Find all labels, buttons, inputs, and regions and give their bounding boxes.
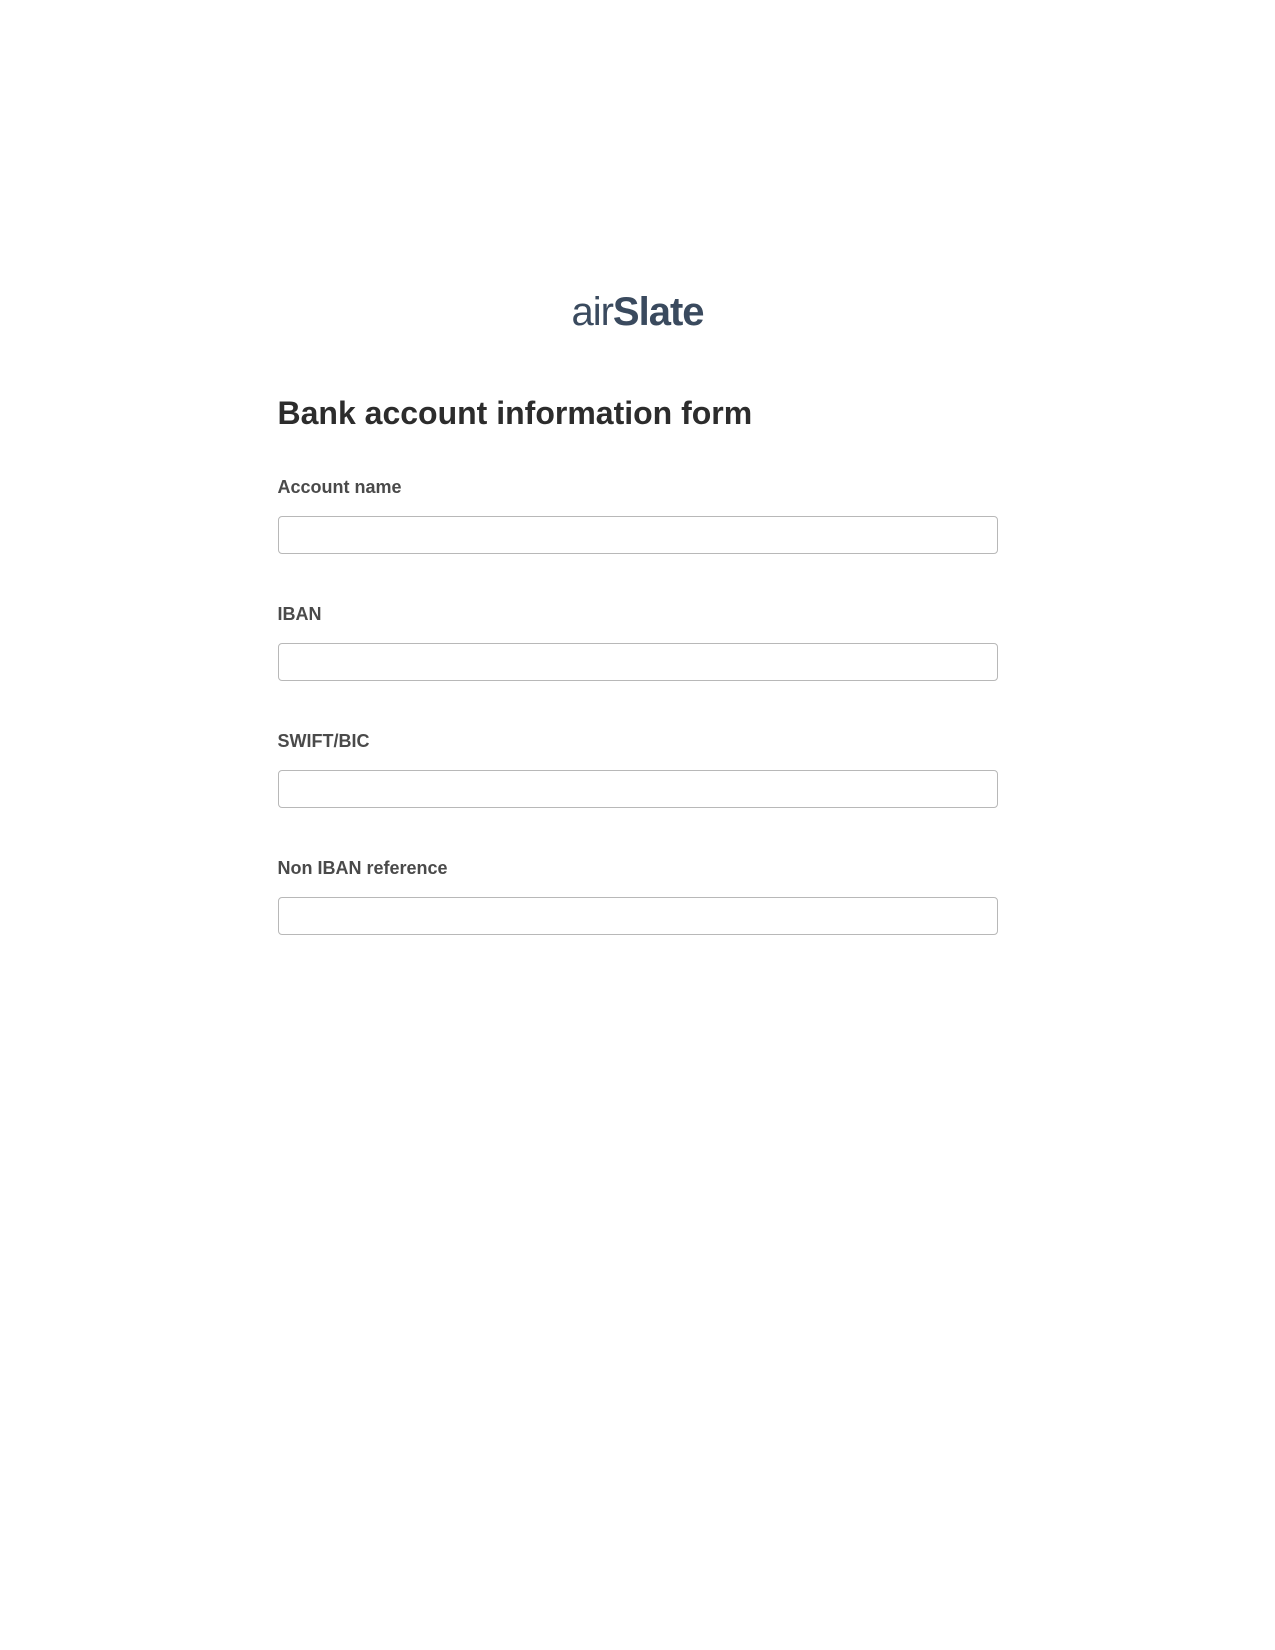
field-iban: IBAN	[278, 604, 998, 681]
input-swift-bic[interactable]	[278, 770, 998, 808]
logo: airSlate	[278, 290, 998, 335]
logo-suffix: Slate	[613, 290, 704, 334]
label-non-iban-reference: Non IBAN reference	[278, 858, 998, 879]
logo-text: airSlate	[571, 290, 703, 334]
input-iban[interactable]	[278, 643, 998, 681]
form-title: Bank account information form	[278, 395, 998, 432]
field-swift-bic: SWIFT/BIC	[278, 731, 998, 808]
label-account-name: Account name	[278, 477, 998, 498]
field-account-name: Account name	[278, 477, 998, 554]
form-container: airSlate Bank account information form A…	[278, 290, 998, 935]
label-swift-bic: SWIFT/BIC	[278, 731, 998, 752]
logo-prefix: air	[571, 290, 612, 334]
label-iban: IBAN	[278, 604, 998, 625]
input-account-name[interactable]	[278, 516, 998, 554]
input-non-iban-reference[interactable]	[278, 897, 998, 935]
field-non-iban-reference: Non IBAN reference	[278, 858, 998, 935]
